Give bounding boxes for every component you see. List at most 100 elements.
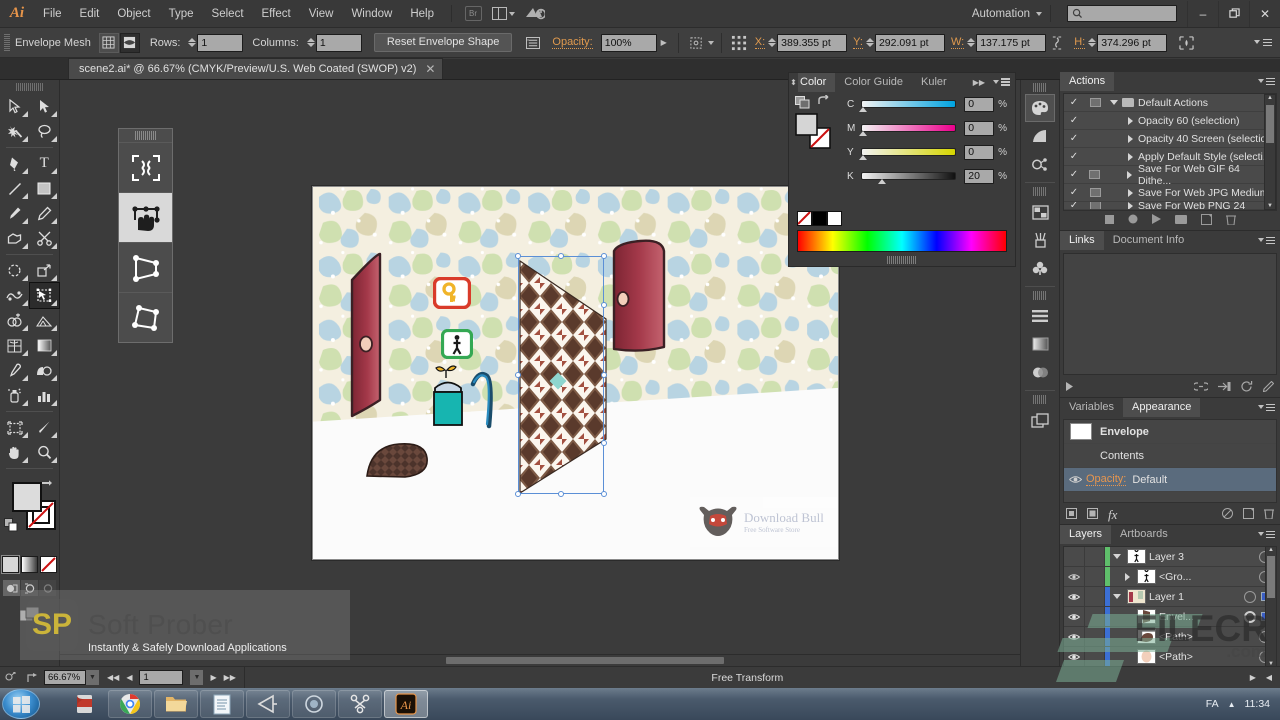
actions-list[interactable]: ✓ Default Actions ✓ Opacity 60 (selectio… — [1063, 93, 1277, 211]
layer-row[interactable]: Layer 1 — [1064, 587, 1276, 607]
layer-name[interactable]: <Path> — [1159, 631, 1193, 643]
menu-help[interactable]: Help — [401, 0, 443, 28]
draw-behind-button[interactable] — [21, 580, 38, 596]
layer-disclosure[interactable] — [1110, 594, 1124, 599]
transform-caret-icon[interactable] — [708, 41, 714, 45]
goto-link-icon[interactable] — [1218, 381, 1231, 395]
menu-object[interactable]: Object — [108, 0, 159, 28]
magic-wand-tool[interactable] — [0, 119, 30, 144]
color-swap-icon[interactable] — [817, 95, 831, 111]
gradient-tool[interactable] — [30, 333, 60, 358]
pdf-reader-icon[interactable] — [62, 690, 106, 718]
links-panel-menu[interactable] — [1258, 237, 1280, 244]
selection-handle-extra-2[interactable] — [601, 440, 607, 446]
transform-target-icon[interactable] — [686, 33, 708, 53]
automation-menu[interactable]: Automation — [960, 8, 1036, 20]
menu-file[interactable]: File — [34, 0, 71, 28]
swatch-white[interactable] — [827, 211, 842, 226]
selection-handle-ml[interactable] — [515, 372, 521, 378]
actions-row[interactable]: ✓ Save For Web JPG Medium — [1064, 184, 1276, 202]
duplicate-item-icon[interactable] — [1243, 508, 1254, 522]
menu-effect[interactable]: Effect — [253, 0, 300, 28]
connection-icon[interactable] — [338, 690, 382, 718]
selection-handle-bc[interactable] — [558, 491, 564, 497]
perspective-distort-icon[interactable] — [119, 242, 172, 292]
slider-track-c[interactable] — [861, 100, 956, 108]
tab-color[interactable]: Color — [798, 73, 835, 92]
right-door[interactable] — [610, 239, 672, 359]
action-dialog-toggle[interactable] — [1084, 98, 1106, 107]
appearance-swatch[interactable] — [1070, 423, 1092, 440]
layer-target-circle[interactable] — [1244, 611, 1256, 623]
layer-name[interactable]: Layer 3 — [1149, 551, 1184, 563]
rows-stepper[interactable] — [188, 38, 196, 47]
line-segment-tool[interactable] — [0, 176, 30, 201]
nav-first-artboard[interactable]: ◀◀ — [107, 673, 119, 682]
key-sign[interactable] — [433, 277, 471, 309]
selection-handle-bl[interactable] — [515, 491, 521, 497]
appearance-row-contents[interactable]: Contents — [1064, 444, 1276, 468]
delete-item-icon[interactable] — [1264, 508, 1274, 522]
action-dialog-toggle[interactable] — [1084, 170, 1106, 179]
swap-fill-stroke-icon[interactable] — [40, 478, 53, 494]
mesh-warp-icon[interactable] — [120, 33, 140, 53]
menu-view[interactable]: View — [300, 0, 343, 28]
layer-row[interactable]: <Path> — [1064, 647, 1276, 667]
color-panel-expand-icon[interactable]: ▶▶ — [973, 78, 985, 87]
layer-target-circle[interactable] — [1244, 591, 1256, 603]
selection-handle-extra-1[interactable] — [601, 302, 607, 308]
canvas-horizontal-scroll-thumb[interactable] — [446, 657, 724, 664]
search-input[interactable] — [1067, 5, 1177, 22]
action-check[interactable]: ✓ — [1064, 115, 1084, 126]
rows-input[interactable]: 1 — [197, 34, 243, 52]
color-panel-resize-grip[interactable] — [887, 256, 917, 264]
zoom-level-input[interactable]: 66.67% — [44, 670, 86, 685]
symbol-sprayer-tool[interactable] — [0, 383, 30, 408]
tray-show-hidden-icons[interactable]: ▲ — [1228, 700, 1236, 709]
x-stepper[interactable] — [768, 38, 776, 47]
stop-icon[interactable] — [1105, 215, 1114, 227]
slider-track-k[interactable] — [861, 172, 956, 180]
action-disclosure[interactable] — [1122, 153, 1138, 161]
layer-name[interactable]: Envel... — [1159, 611, 1194, 623]
tab-links[interactable]: Links — [1060, 231, 1104, 250]
visibility-eye-icon[interactable] — [1064, 475, 1086, 484]
links-list[interactable] — [1063, 253, 1277, 375]
notepad-icon[interactable] — [200, 690, 244, 718]
rectangle-tool[interactable] — [30, 176, 60, 201]
document-tab-close-icon[interactable]: ✕ — [425, 62, 435, 76]
layer-lock-toggle[interactable] — [1085, 607, 1105, 626]
layer-visibility-icon[interactable] — [1064, 547, 1085, 566]
layer-visibility-icon[interactable] — [1064, 627, 1085, 646]
doormat[interactable] — [365, 432, 431, 480]
layer-lock-toggle[interactable] — [1085, 547, 1105, 566]
actions-scroll-thumb[interactable] — [1266, 105, 1274, 143]
layer-disclosure[interactable] — [1120, 573, 1134, 581]
slider-track-y[interactable] — [861, 148, 956, 156]
lasso-tool[interactable] — [30, 119, 60, 144]
slice-tool[interactable] — [30, 415, 60, 440]
eraser-tool[interactable] — [30, 226, 60, 251]
layers-scroll-thumb[interactable] — [1267, 556, 1275, 598]
actions-row[interactable]: ✓ Opacity 60 (selection) — [1064, 112, 1276, 130]
layer-visibility-icon[interactable] — [1064, 607, 1085, 626]
edit-original-icon[interactable] — [1263, 381, 1274, 395]
tab-actions[interactable]: Actions — [1060, 72, 1114, 91]
action-disclosure[interactable] — [1122, 135, 1138, 143]
left-door[interactable] — [348, 252, 410, 432]
color-panel-menu[interactable]: ▶▶ — [973, 78, 1015, 87]
layer-name[interactable]: Layer 1 — [1149, 591, 1184, 603]
selection-handle-tc[interactable] — [558, 253, 564, 259]
window-restore-button[interactable] — [1218, 1, 1249, 27]
color-spectrum-bar[interactable] — [797, 230, 1007, 252]
tray-language[interactable]: FA — [1206, 698, 1219, 710]
color-panel-fill-swatch[interactable] — [795, 113, 831, 152]
links-expand-icon[interactable] — [1066, 382, 1073, 394]
pencil-tool[interactable] — [30, 201, 60, 226]
tray-clock[interactable]: 11:34 — [1245, 698, 1271, 710]
slider-value-y[interactable]: 0 — [964, 145, 994, 160]
actions-row[interactable]: ✓ Opacity 40 Screen (selection) — [1064, 130, 1276, 148]
automation-caret-icon[interactable] — [1036, 12, 1042, 16]
swatches-icon[interactable] — [1021, 198, 1059, 226]
layers-list[interactable]: Layer 3 <Gro... — [1063, 546, 1277, 668]
